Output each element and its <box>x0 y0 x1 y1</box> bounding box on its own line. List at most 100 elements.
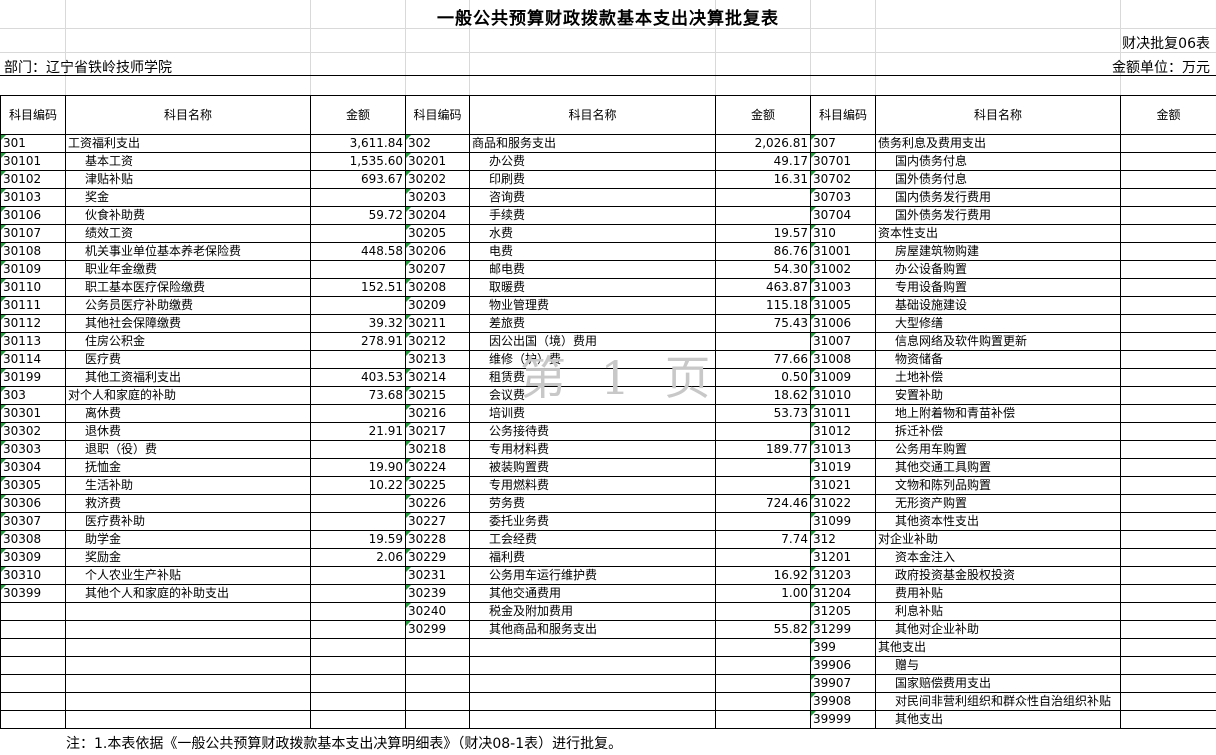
amount-cell: 3,611.84 <box>310 134 406 153</box>
amount-cell <box>310 260 406 279</box>
subject-code-cell: 30212 <box>405 332 470 351</box>
subject-code-cell: 39908 <box>810 692 876 711</box>
amount-cell: 86.76 <box>715 242 811 261</box>
subject-name-cell: 其他支出 <box>875 638 1121 657</box>
subject-code-cell: 30308 <box>0 530 66 549</box>
amount-cell <box>715 332 811 351</box>
subject-code-cell: 30703 <box>810 188 876 207</box>
subject-code-cell: 30303 <box>0 440 66 459</box>
amount-cell <box>1120 512 1216 531</box>
amount-cell <box>1120 242 1216 261</box>
subject-code-cell: 31010 <box>810 386 876 405</box>
amount-cell <box>1120 260 1216 279</box>
subject-name-cell: 办公设备购置 <box>875 260 1121 279</box>
subject-code-cell <box>0 710 66 729</box>
subject-code-cell: 30704 <box>810 206 876 225</box>
amount-cell <box>1120 440 1216 459</box>
table-row: 301 工资福利支出 3,611.84 302 商品和服务支出 2,026.81 307 债务… <box>0 134 1216 153</box>
subject-name-cell: 助学金 <box>65 530 311 549</box>
amount-cell <box>1120 530 1216 549</box>
subject-name-cell: 电费 <box>469 242 716 261</box>
subject-name-cell <box>65 620 311 639</box>
amount-cell <box>1120 386 1216 405</box>
table-row: 30109 职业年金缴费 30207 邮电费 54.30 31002 办公设备购置 <box>0 260 1216 279</box>
header-name-2: 科目名称 <box>469 95 716 135</box>
table-row: 30303 退职（役）费 30218 专用材料费 189.77 31013 公务用车购置 <box>0 440 1216 459</box>
subject-name-cell: 生活补助 <box>65 476 311 495</box>
subject-name-cell: 其他支出 <box>875 710 1121 729</box>
amount-cell <box>715 206 811 225</box>
subject-name-cell: 对个人和家庭的补助 <box>65 386 311 405</box>
subject-name-cell: 个人农业生产补贴 <box>65 566 311 585</box>
subject-code-cell: 30205 <box>405 224 470 243</box>
footnote: 注：1.本表依据《一般公共预算财政拨款基本支出决算明细表》（财决08-1表）进行… <box>66 736 623 752</box>
table-row: 30304 抚恤金 19.90 30224 被装购置费 31019 其他交通工具购置 <box>0 458 1216 477</box>
subject-code-cell: 31001 <box>810 242 876 261</box>
subject-code-cell: 31008 <box>810 350 876 369</box>
subject-name-cell: 国内债务付息 <box>875 152 1121 171</box>
subject-name-cell: 专用燃料费 <box>469 476 716 495</box>
subject-code-cell: 31002 <box>810 260 876 279</box>
table-row: 39999 其他支出 <box>0 710 1216 729</box>
amount-cell <box>310 296 406 315</box>
subject-name-cell <box>469 674 716 693</box>
subject-code-cell: 31009 <box>810 368 876 387</box>
subject-name-cell: 劳务费 <box>469 494 716 513</box>
amount-cell <box>1120 602 1216 621</box>
amount-cell: 724.46 <box>715 494 811 513</box>
amount-cell <box>1120 152 1216 171</box>
amount-cell: 403.53 <box>310 368 406 387</box>
subject-code-cell <box>405 656 470 675</box>
amount-cell: 39.32 <box>310 314 406 333</box>
subject-name-cell: 房屋建筑物购建 <box>875 242 1121 261</box>
subject-code-cell: 30227 <box>405 512 470 531</box>
subject-code-cell: 30102 <box>0 170 66 189</box>
header-code-3: 科目编码 <box>810 95 876 135</box>
amount-cell <box>1120 314 1216 333</box>
amount-cell <box>310 710 406 729</box>
subject-name-cell: 无形资产购置 <box>875 494 1121 513</box>
subject-name-cell: 津贴补贴 <box>65 170 311 189</box>
table-row: 30310 个人农业生产补贴 30231 公务用车运行维护费 16.92 31203 政府投… <box>0 566 1216 585</box>
header-rule <box>0 75 1216 76</box>
subject-code-cell: 31003 <box>810 278 876 297</box>
subject-name-cell <box>469 710 716 729</box>
amount-cell <box>1120 674 1216 693</box>
subject-name-cell: 救济费 <box>65 494 311 513</box>
subject-name-cell: 因公出国（境）费用 <box>469 332 716 351</box>
subject-code-cell: 30110 <box>0 278 66 297</box>
subject-name-cell: 土地补偿 <box>875 368 1121 387</box>
amount-cell <box>1120 638 1216 657</box>
subject-code-cell: 301 <box>0 134 66 153</box>
amount-cell <box>1120 188 1216 207</box>
subject-code-cell: 30201 <box>405 152 470 171</box>
subject-name-cell: 差旅费 <box>469 314 716 333</box>
amount-cell <box>1120 332 1216 351</box>
form-code: 财决批复06表 <box>1122 36 1210 52</box>
table-row: 30101 基本工资 1,535.60 30201 办公费 49.17 30701 国内债务付… <box>0 152 1216 171</box>
amount-cell <box>1120 548 1216 567</box>
subject-name-cell <box>65 602 311 621</box>
subject-code-cell <box>0 620 66 639</box>
table-row: 30308 助学金 19.59 30228 工会经费 7.74 312 对企业补助 <box>0 530 1216 549</box>
amount-cell <box>1120 584 1216 603</box>
amount-cell <box>1120 692 1216 711</box>
subject-code-cell: 31099 <box>810 512 876 531</box>
subject-name-cell: 拆迁补偿 <box>875 422 1121 441</box>
amount-cell <box>1120 404 1216 423</box>
amount-cell <box>310 188 406 207</box>
amount-cell <box>310 692 406 711</box>
table-row: 39908 对民间非营利组织和群众性自治组织补贴 <box>0 692 1216 711</box>
subject-code-cell: 31019 <box>810 458 876 477</box>
amount-cell <box>1120 350 1216 369</box>
subject-code-cell: 30217 <box>405 422 470 441</box>
subject-code-cell: 30107 <box>0 224 66 243</box>
subject-name-cell: 物业管理费 <box>469 296 716 315</box>
subject-code-cell: 302 <box>405 134 470 153</box>
subject-code-cell: 31007 <box>810 332 876 351</box>
subject-name-cell: 国外债务付息 <box>875 170 1121 189</box>
table-header-row: 科目编码 科目名称 金额 科目编码 科目名称 金额 科目编码 科目名称 金额 <box>0 95 1216 135</box>
subject-code-cell: 31201 <box>810 548 876 567</box>
subject-code-cell: 30208 <box>405 278 470 297</box>
subject-name-cell: 水费 <box>469 224 716 243</box>
